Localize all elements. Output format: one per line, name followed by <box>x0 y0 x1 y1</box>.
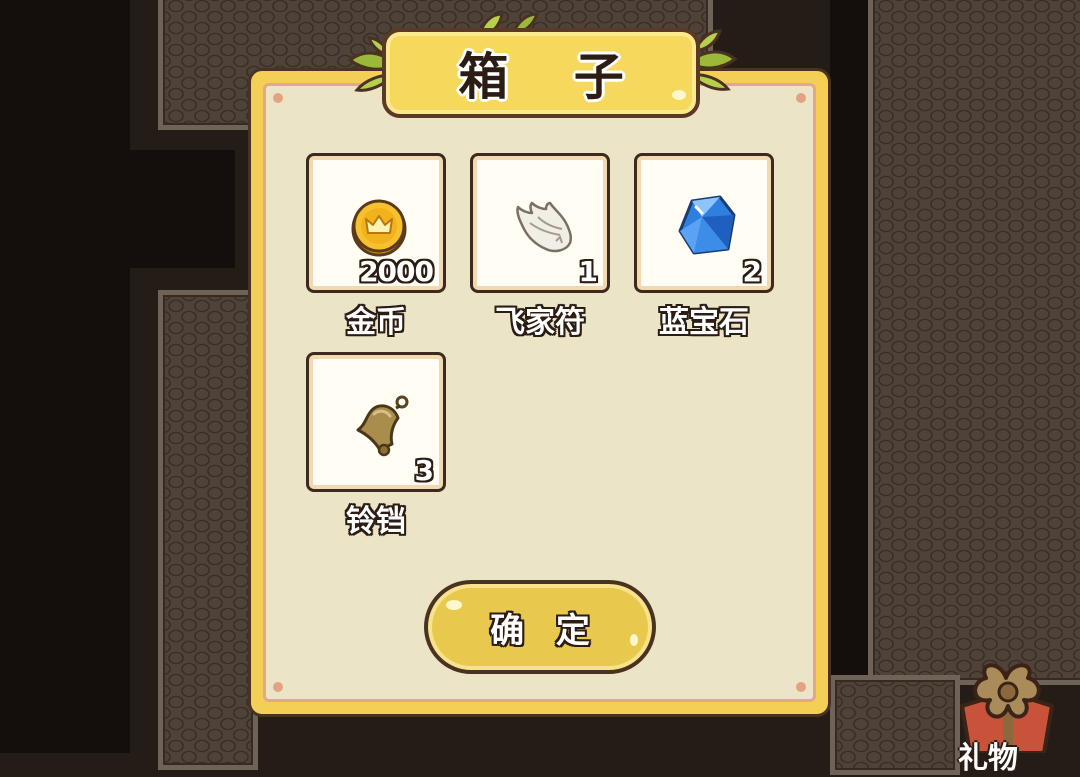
reward-item-bell[interactable]: 3 铃铛 <box>306 352 446 540</box>
reward-item-gem[interactable]: 2 蓝宝石 <box>634 153 774 341</box>
item-card[interactable]: 2000 <box>306 153 446 293</box>
button-shine <box>630 634 638 646</box>
stone-wall-right <box>868 0 1080 685</box>
corner-dot <box>796 682 806 692</box>
confirm-button-label: 确 定 <box>490 610 600 651</box>
corner-dot <box>796 93 806 103</box>
dark-corridor <box>0 0 130 753</box>
plaque-shine <box>672 90 686 100</box>
button-shine <box>446 600 462 610</box>
item-quantity: 2 <box>742 255 763 288</box>
dialog-title-plaque: 箱 子 <box>382 28 700 118</box>
dialog-title: 箱 子 <box>458 48 648 106</box>
wing-icon <box>516 201 573 253</box>
bell-icon <box>356 395 409 457</box>
item-quantity: 1 <box>578 255 599 288</box>
reward-item-wing[interactable]: 1 飞家符 <box>470 153 610 341</box>
blue-gem-icon <box>678 195 736 255</box>
item-card[interactable]: 1 <box>470 153 610 293</box>
item-card[interactable]: 2 <box>634 153 774 293</box>
gold-coin-icon <box>351 199 407 257</box>
item-label: 铃铛 <box>346 504 406 539</box>
confirm-button[interactable]: 确 定 <box>424 580 656 674</box>
item-card[interactable]: 3 <box>306 352 446 492</box>
dark-gap-right <box>830 0 868 753</box>
dark-passage <box>130 150 235 268</box>
reward-item-gold[interactable]: 2000 金币 <box>306 153 446 341</box>
item-quantity: 2000 <box>359 255 434 288</box>
item-label: 金币 <box>346 305 406 340</box>
item-label: 蓝宝石 <box>659 305 749 340</box>
item-label: 飞家符 <box>495 305 585 340</box>
corner-dot <box>273 93 283 103</box>
corner-dot <box>273 682 283 692</box>
item-quantity: 3 <box>414 454 435 487</box>
gift-label: 礼物 <box>958 741 1018 776</box>
stone-wall-left <box>158 290 258 770</box>
stone-floor-bottom-right <box>830 675 960 775</box>
